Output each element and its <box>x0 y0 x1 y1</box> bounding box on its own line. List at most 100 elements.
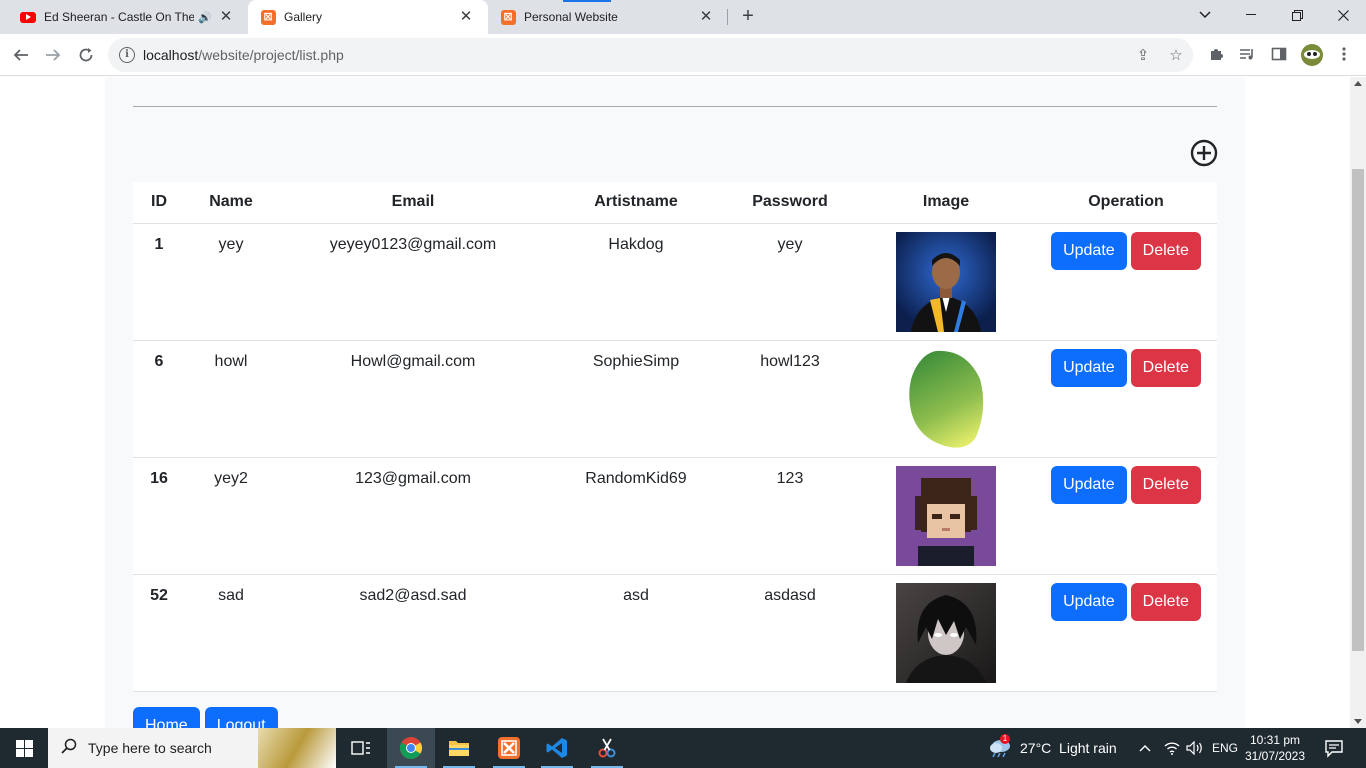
header-email: Email <box>277 182 549 224</box>
vertical-scrollbar[interactable] <box>1350 77 1366 728</box>
weather-rain-icon: 1 <box>988 734 1014 759</box>
update-button[interactable]: Update <box>1051 582 1127 621</box>
loading-indicator <box>563 0 611 2</box>
tab-gallery[interactable]: ⊠ Gallery ✕ <box>248 0 488 34</box>
graduation-portrait-image <box>896 231 996 332</box>
cell-id: 1 <box>133 223 185 341</box>
close-window-button[interactable] <box>1320 0 1366 30</box>
delete-button[interactable]: Delete <box>1130 582 1201 621</box>
new-tab-button[interactable]: + <box>737 5 759 27</box>
media-queue-icon[interactable] <box>1237 46 1257 66</box>
chrome-taskbar-icon[interactable] <box>387 728 435 768</box>
side-panel-icon[interactable] <box>1269 46 1289 66</box>
close-icon[interactable]: ✕ <box>458 9 474 25</box>
anime-character-image <box>896 582 996 683</box>
close-icon[interactable]: ✕ <box>218 9 234 25</box>
bookmark-star-icon[interactable]: ☆ <box>1167 47 1185 65</box>
xampp-taskbar-icon[interactable] <box>485 728 533 768</box>
cell-password: asdasd <box>723 574 857 692</box>
cell-artistname: Hakdog <box>549 223 723 341</box>
more-menu-icon[interactable] <box>1334 46 1354 66</box>
clock-date: 31/07/2023 <box>1244 749 1306 763</box>
header-image: Image <box>857 182 1035 224</box>
cell-artistname: RandomKid69 <box>549 457 723 575</box>
snipping-tool-icon[interactable] <box>583 728 631 768</box>
language-indicator[interactable]: ENG <box>1212 728 1238 768</box>
cell-id: 52 <box>133 574 185 692</box>
cell-operation: Update Delete <box>1035 223 1217 341</box>
minimize-button[interactable] <box>1228 0 1274 30</box>
scrollbar-thumb[interactable] <box>1352 169 1364 651</box>
taskbar-search-box[interactable]: Type here to search <box>48 728 336 768</box>
page-footer-buttons: Home Logout <box>133 707 278 728</box>
update-button[interactable]: Update <box>1051 348 1127 387</box>
logout-button[interactable]: Logout <box>204 707 278 728</box>
profile-avatar[interactable] <box>1301 44 1323 66</box>
reload-icon[interactable] <box>73 42 99 68</box>
network-wifi-icon[interactable] <box>1164 728 1180 768</box>
delete-button[interactable]: Delete <box>1130 465 1201 504</box>
weather-widget[interactable]: 1 27°C Light rain <box>988 728 1117 768</box>
task-view-icon[interactable] <box>337 728 385 768</box>
table-row: 16 yey2 123@gmail.com RandomKid69 123 Up… <box>133 457 1217 575</box>
cell-email: 123@gmail.com <box>277 457 549 575</box>
cell-email: yeyey0123@gmail.com <box>277 223 549 341</box>
header-operation: Operation <box>1035 182 1217 224</box>
xampp-icon: ⊠ <box>260 9 276 25</box>
mango-image <box>896 348 996 449</box>
update-button[interactable]: Update <box>1051 231 1127 270</box>
cell-name: yey <box>185 223 277 341</box>
taskbar-clock[interactable]: 10:31 pm 31/07/2023 <box>1244 732 1306 764</box>
tab-youtube[interactable]: Ed Sheeran - Castle On The H 🔊 ✕ <box>8 0 248 34</box>
cell-operation: Update Delete <box>1035 574 1217 692</box>
tab-title: Gallery <box>284 10 323 24</box>
browser-toolbar: i localhost/website/project/list.php ⇪ ☆ <box>0 34 1366 76</box>
plus-circle-icon[interactable] <box>1190 139 1218 167</box>
cell-image <box>857 574 1035 692</box>
cell-image <box>857 340 1035 458</box>
search-highlight-image <box>258 728 336 768</box>
url-text[interactable]: localhost/website/project/list.php <box>143 47 344 63</box>
cell-id: 6 <box>133 340 185 458</box>
clock-time: 10:31 pm <box>1249 733 1301 747</box>
volume-icon[interactable] <box>1186 728 1204 768</box>
file-explorer-icon[interactable] <box>435 728 483 768</box>
cell-password: howl123 <box>723 340 857 458</box>
tab-search-chevron-icon[interactable] <box>1182 0 1228 30</box>
address-bar[interactable]: i localhost/website/project/list.php ⇪ ☆ <box>108 38 1193 72</box>
delete-button[interactable]: Delete <box>1130 231 1201 270</box>
header-id: ID <box>133 182 185 224</box>
home-button[interactable]: Home <box>133 707 200 728</box>
update-button[interactable]: Update <box>1051 465 1127 504</box>
tab-strip: Ed Sheeran - Castle On The H 🔊 ✕ ⊠ Galle… <box>0 0 1366 34</box>
windows-start-button[interactable] <box>0 728 48 768</box>
delete-button[interactable]: Delete <box>1130 348 1201 387</box>
header-name: Name <box>185 182 277 224</box>
table-row: 6 howl Howl@gmail.com SophieSimp howl123… <box>133 340 1217 458</box>
cell-name: yey2 <box>185 457 277 575</box>
forward-arrow-icon[interactable] <box>40 42 66 68</box>
cell-email: Howl@gmail.com <box>277 340 549 458</box>
speaker-icon[interactable]: 🔊 <box>198 11 212 24</box>
pixel-avatar-image <box>896 465 996 566</box>
cell-name: sad <box>185 574 277 692</box>
cell-password: 123 <box>723 457 857 575</box>
tab-personal-website[interactable]: ⊠ Personal Website ✕ <box>488 0 728 34</box>
site-info-icon[interactable]: i <box>119 47 135 63</box>
vscode-taskbar-icon[interactable] <box>533 728 581 768</box>
cell-password: yey <box>723 223 857 341</box>
back-arrow-icon[interactable] <box>8 42 34 68</box>
windows-taskbar: Type here to search 1 27°C Light rain EN… <box>0 728 1366 768</box>
share-icon[interactable]: ⇪ <box>1134 47 1152 65</box>
tray-chevron-up-icon[interactable] <box>1139 728 1151 768</box>
users-table: ID Name Email Artistname Password Image … <box>133 182 1217 692</box>
cell-id: 16 <box>133 457 185 575</box>
cell-name: howl <box>185 340 277 458</box>
restore-button[interactable] <box>1274 0 1320 30</box>
notification-icon[interactable] <box>1324 738 1344 758</box>
scroll-down-arrow-icon[interactable] <box>1354 719 1362 724</box>
scroll-up-arrow-icon[interactable] <box>1354 81 1362 86</box>
extensions-puzzle-icon[interactable] <box>1206 46 1226 66</box>
close-icon[interactable]: ✕ <box>698 9 714 25</box>
table-header-row: ID Name Email Artistname Password Image … <box>133 182 1217 224</box>
